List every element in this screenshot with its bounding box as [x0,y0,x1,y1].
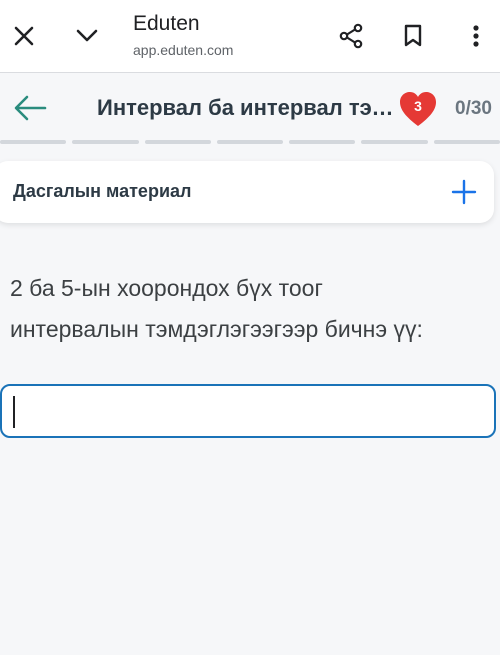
more-vert-icon [473,25,479,47]
text-caret [13,396,15,428]
lives-count: 3 [414,98,422,114]
back-button[interactable] [10,88,50,128]
chevron-down-icon [76,29,98,42]
site-title: Eduten [133,12,200,35]
plus-icon[interactable] [449,177,479,207]
exercise-material-label: Дасгалын материал [13,181,192,201]
progress-segment [361,140,428,144]
site-url: app.eduten.com [133,42,234,58]
browser-toolbar: Eduten app.eduten.com [0,0,500,73]
collapse-button[interactable] [67,16,107,56]
progress-segment [433,140,500,144]
answer-input[interactable] [0,384,496,438]
progress-segment [0,140,67,144]
bookmark-icon [404,24,422,47]
question-line-1: 2 ба 5-ын хоорондох бүх тоог [10,275,323,301]
share-button[interactable] [331,16,371,56]
progress-bar [0,140,500,145]
question-line-2: интервалын тэмдэглэгээгээр бичнэ үү: [10,316,423,342]
back-arrow-icon [14,95,47,121]
more-options-button[interactable] [456,16,496,56]
progress-count: 0/30 [455,98,492,119]
bookmark-button[interactable] [393,16,433,56]
question-text: 2 ба 5-ын хоорондох бүх тоог интервалын … [10,268,490,350]
lesson-title: Интервал ба интервал тэмдэглэгээ [97,95,397,120]
close-button[interactable] [4,16,44,56]
close-icon [14,26,34,46]
share-icon [339,23,363,49]
progress-segment [144,140,211,144]
progress-segment [72,140,139,144]
progress-segment [216,140,284,144]
exercise-material-card[interactable]: Дасгалын материал [0,161,494,223]
progress-segment [289,140,356,144]
lesson-header: Интервал ба интервал тэмдэглэгээ 3 0/30 [0,73,500,145]
